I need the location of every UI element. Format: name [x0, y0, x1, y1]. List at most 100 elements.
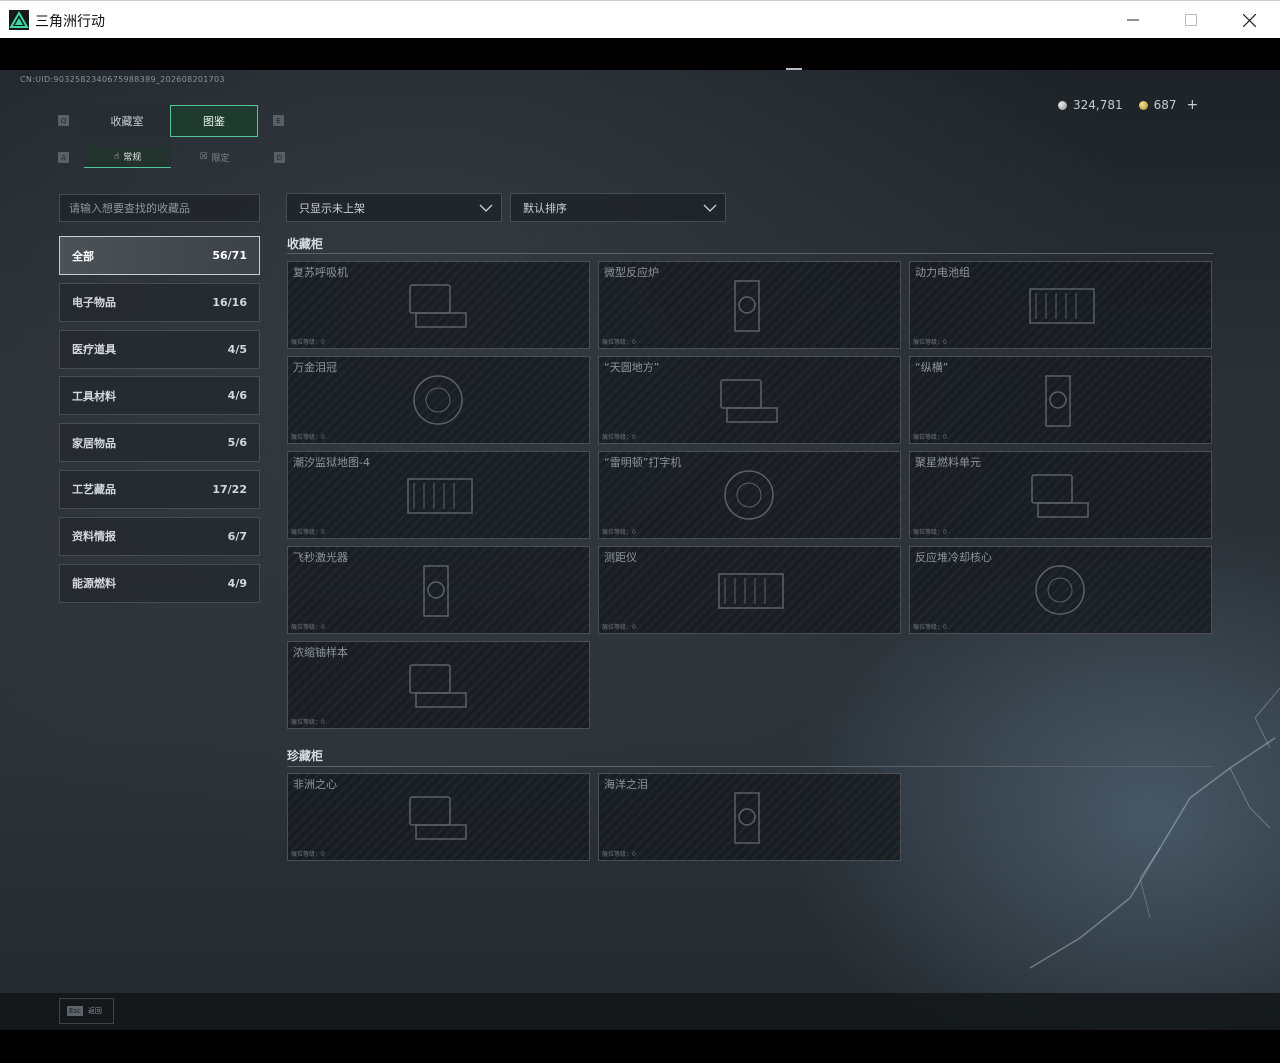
- cabinet-grid: 复苏呼吸机 展位等级：0 微型反应炉 展位等级：0 动力电池组 展位等级：0 万金泪冠 展位等…: [287, 261, 1213, 729]
- tab-collection-room[interactable]: 收藏室: [84, 105, 170, 137]
- subtab-label: 限定: [211, 153, 230, 164]
- item-name: 动力电池组: [915, 266, 970, 279]
- item-image: [412, 375, 463, 425]
- subtab-regular[interactable]: ☝ 常规: [84, 146, 171, 168]
- item-level: 展位等级：0: [913, 529, 947, 536]
- gold-coin-icon: [1138, 100, 1148, 110]
- collectible-card[interactable]: 潮汐监狱地图-4 展位等级：0: [287, 451, 590, 539]
- category-tools[interactable]: 工具材料 4/6: [59, 376, 260, 416]
- item-name: 测距仪: [604, 551, 637, 564]
- collectible-card[interactable]: 万金泪冠展位等级：0: [287, 356, 590, 444]
- key-hint-e: E: [273, 115, 284, 126]
- footer-bar: [0, 993, 1280, 1030]
- add-currency-icon[interactable]: +: [1187, 97, 1199, 113]
- back-button[interactable]: Esc 返回: [59, 998, 114, 1024]
- key-hint-a: A: [58, 152, 69, 163]
- item-level: 展位等级：0: [602, 529, 636, 536]
- key-hint-q: Q: [58, 115, 69, 126]
- item-image: [406, 478, 473, 514]
- tab-catalog[interactable]: 图鉴: [170, 105, 258, 137]
- silver-amount: 324,781: [1073, 98, 1123, 112]
- category-count: 6/7: [227, 529, 247, 543]
- category-energy[interactable]: 能源燃料 4/9: [59, 563, 260, 603]
- collectible-card[interactable]: 浓缩铀样本 展位等级：0: [287, 641, 590, 729]
- category-count: 4/6: [227, 389, 247, 403]
- item-name: 潮汐监狱地图-4: [293, 456, 370, 469]
- category-count: 5/6: [227, 436, 247, 450]
- category-label: 家居物品: [72, 436, 116, 450]
- bottom-black-strip: [0, 1030, 1280, 1063]
- item-name: “纵横”: [915, 361, 949, 374]
- collectible-card[interactable]: 非洲之心 展位等级：0: [287, 773, 590, 861]
- item-image: [717, 573, 784, 609]
- window-titlebar: 三角洲行动: [0, 0, 1280, 38]
- collectible-card[interactable]: 海洋之泪展位等级：0: [598, 773, 901, 861]
- item-name: 飞秒激光器: [293, 551, 348, 564]
- category-household[interactable]: 家居物品 5/6: [59, 423, 260, 463]
- category-medical[interactable]: 医疗道具 4/5: [59, 329, 260, 369]
- search-input[interactable]: [59, 194, 260, 222]
- item-image: [422, 565, 449, 617]
- item-image: [719, 379, 778, 423]
- category-label: 能源燃料: [72, 577, 116, 591]
- collectible-card[interactable]: 反应堆冷却核心 展位等级：0: [909, 546, 1212, 634]
- close-icon[interactable]: [1220, 1, 1278, 39]
- category-crafts[interactable]: 工艺藏品 17/22: [59, 469, 260, 509]
- maximize-icon[interactable]: [1162, 1, 1220, 39]
- item-level: 展位等级：0: [602, 851, 636, 858]
- top-black-strip: [0, 38, 1280, 70]
- category-label: 资料情报: [72, 530, 116, 544]
- collectible-card[interactable]: 聚星燃料单元展位等级：0: [909, 451, 1212, 539]
- item-name: “雷明顿”打字机: [604, 456, 682, 469]
- category-electronics[interactable]: 电子物品 16/16: [59, 282, 260, 322]
- category-list: 全部 56/71 电子物品 16/16 医疗道具 4/5 工具材料 4/6 家居物品 5/…: [59, 236, 260, 610]
- item-level: 展位等级：0: [913, 624, 947, 631]
- minimize-icon[interactable]: [1104, 1, 1162, 39]
- app-logo-icon: [9, 10, 29, 30]
- key-hint-d: D: [274, 152, 285, 163]
- section-divider: [287, 253, 1213, 254]
- item-name: 聚星燃料单元: [915, 456, 981, 469]
- category-count: 16/16: [212, 295, 247, 309]
- item-image: [408, 284, 467, 328]
- sort-dropdown[interactable]: 默认排序: [510, 193, 726, 222]
- collectible-card[interactable]: “纵横” 展位等级：0: [909, 356, 1212, 444]
- item-name: 海洋之泪: [604, 778, 648, 791]
- category-intel[interactable]: 资料情报 6/7: [59, 516, 260, 556]
- item-level: 展位等级：0: [291, 529, 325, 536]
- category-label: 工艺藏品: [72, 483, 116, 497]
- collectible-card[interactable]: 测距仪展位等级：0: [598, 546, 901, 634]
- item-image: [723, 470, 774, 520]
- category-label: 电子物品: [72, 296, 116, 310]
- item-level: 展位等级：0: [913, 434, 947, 441]
- category-label: 医疗道具: [72, 343, 116, 357]
- category-all[interactable]: 全部 56/71: [59, 236, 260, 275]
- collectible-card[interactable]: 动力电池组展位等级：0: [909, 261, 1212, 349]
- item-name: 浓缩铀样本: [293, 646, 348, 659]
- item-name: “天圆地方”: [604, 361, 660, 374]
- collectible-card[interactable]: 复苏呼吸机 展位等级：0: [287, 261, 590, 349]
- item-level: 展位等级：0: [913, 339, 947, 346]
- category-count: 4/5: [227, 342, 247, 356]
- hand-icon: ☝: [113, 151, 120, 162]
- currency-bar: 324,781 687 +: [1058, 97, 1198, 113]
- filter-dropdown[interactable]: 只显示未上架: [286, 193, 502, 222]
- item-level: 展位等级：0: [602, 434, 636, 441]
- window-title: 三角洲行动: [35, 14, 105, 30]
- item-level: 展位等级：0: [602, 339, 636, 346]
- item-name: 万金泪冠: [293, 361, 337, 374]
- collectible-card[interactable]: 飞秒激光器 展位等级：0: [287, 546, 590, 634]
- collectible-card[interactable]: 微型反应炉 展位等级：0: [598, 261, 901, 349]
- silver-coin-icon: [1058, 100, 1067, 110]
- subtab-limited[interactable]: ☒ 限定: [171, 146, 258, 168]
- item-level: 展位等级：0: [291, 434, 325, 441]
- category-label: 工具材料: [72, 389, 116, 403]
- item-image: [1044, 375, 1071, 427]
- item-name: 非洲之心: [293, 778, 337, 791]
- chevron-down-icon: [703, 204, 717, 212]
- item-level: 展位等级：0: [602, 624, 636, 631]
- tab-label: 收藏室: [110, 115, 144, 128]
- collectible-card[interactable]: “天圆地方” 展位等级：0: [598, 356, 901, 444]
- tab-label: 图鉴: [203, 115, 225, 128]
- collectible-card[interactable]: “雷明顿”打字机展位等级：0: [598, 451, 901, 539]
